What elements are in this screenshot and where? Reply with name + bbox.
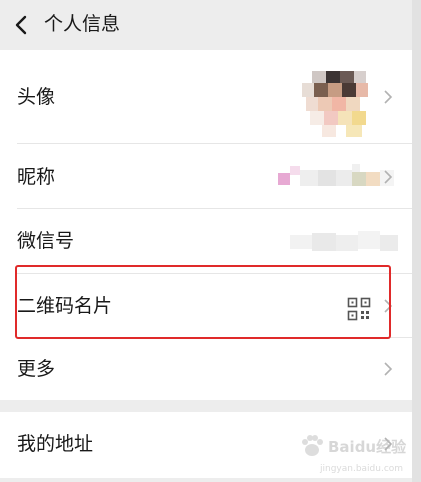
nickname-row[interactable]: 昵称 <box>0 144 412 208</box>
avatar-label: 头像 <box>17 86 56 108</box>
page-title: 个人信息 <box>44 13 121 35</box>
avatar[interactable] <box>302 71 372 139</box>
more-row[interactable]: 更多 <box>0 338 412 400</box>
watermark-url: jingyan.baidu.com <box>320 464 404 474</box>
nickname-value-blurred <box>278 164 394 186</box>
profile-page: 个人信息 头像 昵称 微信号 二维码名片 更多 我的地址 Baidu经验 jin… <box>0 0 412 482</box>
wechat-id-row[interactable]: 微信号 <box>0 209 412 273</box>
avatar-row[interactable]: 头像 <box>0 50 412 143</box>
chevron-right-icon <box>384 362 393 376</box>
top-bar: 个人信息 <box>0 0 412 50</box>
highlight-box <box>15 265 391 339</box>
wechat-id-value-blurred <box>290 231 398 251</box>
chevron-right-icon <box>384 90 393 104</box>
screen-edge <box>412 0 421 482</box>
back-arrow-icon[interactable] <box>12 13 32 37</box>
profile-settings-group: 头像 昵称 微信号 二维码名片 更多 <box>0 50 412 400</box>
baidu-watermark: Baidu经验 jingyan.baidu.com <box>298 430 408 478</box>
paw-icon <box>302 435 323 456</box>
wechat-id-label: 微信号 <box>17 230 75 252</box>
watermark-text: Baidu经验 <box>328 438 407 456</box>
my-address-label: 我的地址 <box>17 433 94 455</box>
chevron-right-icon <box>384 170 393 184</box>
nickname-label: 昵称 <box>17 166 56 188</box>
more-label: 更多 <box>17 358 56 380</box>
